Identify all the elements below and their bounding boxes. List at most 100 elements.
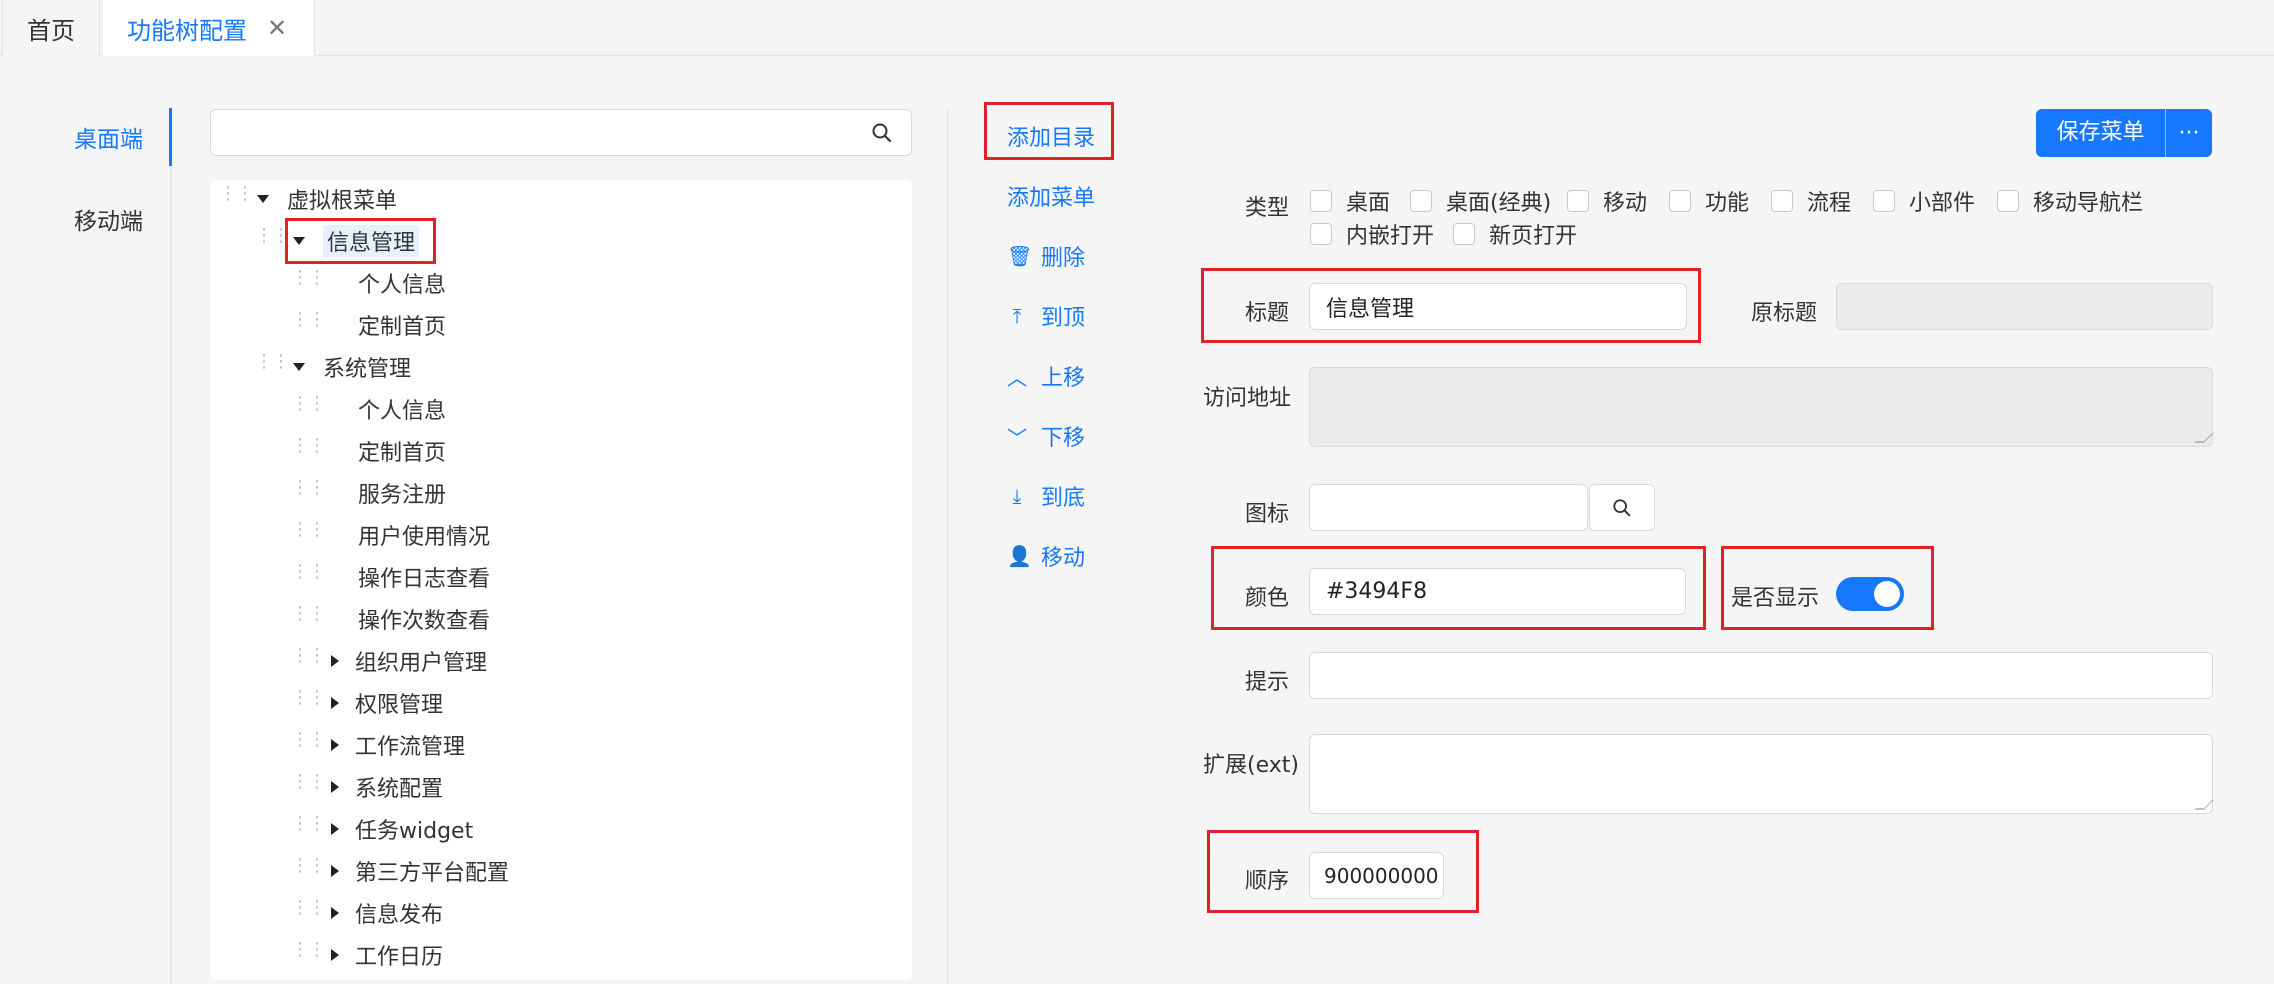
tree-node[interactable]: 操作日志查看 <box>358 558 490 596</box>
caret-right-icon[interactable] <box>331 949 339 961</box>
caret-down-icon[interactable] <box>257 195 269 203</box>
tree-node[interactable]: 第三方平台配置 <box>331 852 509 890</box>
drag-handle-icon[interactable]: ⋮⋮ <box>219 185 254 208</box>
icon-label: 图标 <box>1245 502 1290 527</box>
hint-input[interactable] <box>1309 652 2213 699</box>
drag-handle-icon[interactable]: ⋮⋮ <box>291 857 326 880</box>
checkbox-icon[interactable] <box>1310 190 1332 212</box>
caret-right-icon[interactable] <box>331 739 339 751</box>
type-checkbox[interactable]: 桌面(经典) <box>1410 185 1551 217</box>
drag-handle-icon[interactable]: ⋮⋮ <box>291 899 326 922</box>
icon-input[interactable] <box>1309 484 1588 531</box>
search-icon[interactable] <box>871 122 893 144</box>
tree-node[interactable]: 工作日历 <box>331 936 443 974</box>
drag-handle-icon[interactable]: ⋮⋮ <box>291 605 326 628</box>
tree-node[interactable]: 用户使用情况 <box>358 516 490 554</box>
close-icon[interactable]: ✕ <box>267 14 287 42</box>
drag-handle-icon[interactable]: ⋮⋮ <box>291 395 326 418</box>
drag-handle-icon[interactable]: ⋮⋮ <box>291 941 326 964</box>
ext-textarea[interactable] <box>1309 734 2214 814</box>
trash-icon: 🗑 <box>1007 244 1033 268</box>
tree-node[interactable]: 系统配置 <box>331 768 443 806</box>
move-button[interactable]: 👤 移动 <box>1007 540 1085 572</box>
move-down-button[interactable]: ﹀ 下移 <box>1007 420 1085 452</box>
tree-node[interactable]: 任务widget <box>331 810 473 848</box>
checkbox-icon[interactable] <box>1453 223 1475 245</box>
tab-function-tree-config[interactable]: 功能树配置 ✕ <box>103 0 315 56</box>
drag-handle-icon[interactable]: ⋮⋮ <box>255 227 290 250</box>
drag-handle-icon[interactable]: ⋮⋮ <box>291 479 326 502</box>
tree-node[interactable]: 工作流管理 <box>331 726 465 764</box>
checkbox-icon[interactable] <box>1771 190 1793 212</box>
add-menu-button[interactable]: 添加菜单 <box>1007 180 1095 212</box>
nav-item-desktop[interactable]: 桌面端 <box>74 120 143 154</box>
tree-node[interactable]: 系统管理 <box>293 348 411 386</box>
type-checkbox[interactable]: 小部件 <box>1873 185 1975 217</box>
tree-node[interactable]: 信息发布 <box>331 894 443 932</box>
caret-right-icon[interactable] <box>331 823 339 835</box>
checkbox-icon[interactable] <box>1410 190 1432 212</box>
tree-node[interactable]: 操作次数查看 <box>358 600 490 638</box>
checkbox-icon[interactable] <box>1567 190 1589 212</box>
checkbox-icon[interactable] <box>1669 190 1691 212</box>
drag-handle-icon[interactable]: ⋮⋮ <box>291 563 326 586</box>
drag-handle-icon[interactable]: ⋮⋮ <box>291 521 326 544</box>
tree-node[interactable]: 组织用户管理 <box>331 642 487 680</box>
tree-node[interactable]: 个人信息 <box>358 390 446 428</box>
highlight-box <box>984 102 1114 160</box>
drag-handle-icon[interactable]: ⋮⋮ <box>291 647 326 670</box>
nav-active-indicator <box>169 108 172 166</box>
tree-node[interactable]: 定制首页 <box>358 432 446 470</box>
caret-right-icon[interactable] <box>331 907 339 919</box>
drag-handle-icon[interactable]: ⋮⋮ <box>291 269 326 292</box>
tree-node[interactable]: 定制首页 <box>358 306 446 344</box>
nav-item-mobile[interactable]: 移动端 <box>74 202 143 236</box>
drag-handle-icon[interactable]: ⋮⋮ <box>291 773 326 796</box>
drag-handle-icon[interactable]: ⋮⋮ <box>291 437 326 460</box>
highlight-box <box>1201 268 1701 343</box>
checkbox-icon[interactable] <box>1997 190 2019 212</box>
platform-nav: 桌面端 移动端 <box>0 108 172 984</box>
checkbox-icon[interactable] <box>1873 190 1895 212</box>
url-textarea <box>1309 367 2214 447</box>
drag-handle-icon[interactable]: ⋮⋮ <box>291 815 326 838</box>
type-checkbox[interactable]: 移动导航栏 <box>1997 185 2143 217</box>
type-checkbox[interactable]: 功能 <box>1669 185 1749 217</box>
caret-down-icon[interactable] <box>293 363 305 371</box>
type-label: 类型 <box>1245 196 1290 221</box>
resize-grip-icon[interactable] <box>2194 800 2214 810</box>
tab-active-label: 功能树配置 <box>127 16 247 45</box>
chevron-up-icon: ︿ <box>1007 365 1027 390</box>
tab-bar: 首页 功能树配置 ✕ <box>0 0 2274 56</box>
caret-right-icon[interactable] <box>331 655 339 667</box>
drag-handle-icon[interactable]: ⋮⋮ <box>291 731 326 754</box>
caret-right-icon[interactable] <box>331 781 339 793</box>
tree-search-input[interactable] <box>210 109 912 156</box>
tree-node[interactable]: 虚拟根菜单 <box>257 180 397 218</box>
drag-handle-icon[interactable]: ⋮⋮ <box>255 353 290 376</box>
tab-home[interactable]: 首页 <box>2 0 100 56</box>
save-menu-button[interactable]: 保存菜单 ··· <box>2036 109 2212 157</box>
drag-handle-icon[interactable]: ⋮⋮ <box>291 311 326 334</box>
type-checkbox[interactable]: 移动 <box>1567 185 1647 217</box>
caret-right-icon[interactable] <box>331 697 339 709</box>
tab-home-label: 首页 <box>27 16 75 45</box>
arrow-to-bottom-icon: ⤓ <box>1012 484 1022 508</box>
type-checkbox[interactable]: 新页打开 <box>1453 218 1577 250</box>
caret-right-icon[interactable] <box>331 865 339 877</box>
tree-node[interactable]: 权限管理 <box>331 684 443 722</box>
checkbox-icon[interactable] <box>1310 223 1332 245</box>
tree-node[interactable]: 个人信息 <box>358 264 446 302</box>
type-checkbox[interactable]: 桌面 <box>1310 185 1390 217</box>
icon-search-button[interactable] <box>1589 484 1655 531</box>
delete-button[interactable]: 🗑 删除 <box>1007 240 1085 272</box>
type-checkbox[interactable]: 内嵌打开 <box>1310 218 1434 250</box>
drag-handle-icon[interactable]: ⋮⋮ <box>291 689 326 712</box>
type-checkbox[interactable]: 流程 <box>1771 185 1851 217</box>
tree-node[interactable]: 服务注册 <box>358 474 446 512</box>
move-to-bottom-button[interactable]: ⤓ 到底 <box>1007 480 1085 512</box>
resize-grip-icon[interactable] <box>2194 433 2214 443</box>
move-to-top-button[interactable]: ⤒ 到顶 <box>1007 300 1085 332</box>
move-up-button[interactable]: ︿ 上移 <box>1007 360 1085 392</box>
more-options-icon[interactable]: ··· <box>2166 121 2212 146</box>
